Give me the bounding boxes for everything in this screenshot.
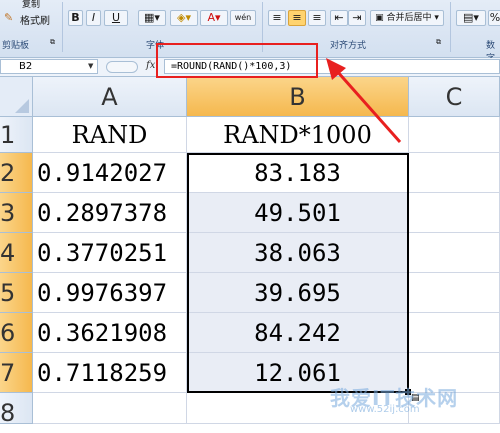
fill-color-icon[interactable]: ◈▾ [170, 10, 198, 26]
cell-b6[interactable]: 84.242 [187, 313, 409, 353]
insert-function-icon[interactable]: fx [146, 60, 155, 71]
alignment-group-label: 对齐方式 [330, 41, 367, 51]
font-color-label: A [207, 11, 215, 24]
underline-button[interactable]: U [104, 10, 128, 26]
row-header-4[interactable]: 4 [0, 233, 33, 273]
cell-a5[interactable]: 0.9976397 [33, 273, 187, 313]
cell-c6[interactable] [409, 313, 500, 353]
cell-a6[interactable]: 0.3621908 [33, 313, 187, 353]
column-header-a[interactable]: A [33, 77, 187, 117]
cell-a2[interactable]: 0.9142027 [33, 153, 187, 193]
cell-b1[interactable]: RAND*1000 [187, 117, 409, 153]
column-header-c[interactable]: C [409, 77, 500, 117]
cell-a7[interactable]: 0.7118259 [33, 353, 187, 393]
cell-a4[interactable]: 0.3770251 [33, 233, 187, 273]
format-painter-icon[interactable]: ✎ [4, 11, 13, 24]
cell-a1[interactable]: RAND [33, 117, 187, 153]
font-color-button[interactable]: A▾ [200, 10, 228, 26]
select-all-button[interactable] [0, 77, 33, 117]
cell-a8[interactable] [33, 393, 187, 424]
row-header-5[interactable]: 5 [0, 273, 33, 313]
row-header-1[interactable]: 1 [0, 117, 33, 153]
align-left-icon[interactable]: ≡ [268, 10, 286, 26]
merge-center-label: 合并后居中 [386, 13, 432, 23]
row-header-7[interactable]: 7 [0, 353, 33, 393]
copy-button[interactable]: 复制 [22, 0, 40, 10]
cell-c3[interactable] [409, 193, 500, 233]
row-header-3[interactable]: 3 [0, 193, 33, 233]
percent-button[interactable]: % [488, 10, 500, 26]
clipboard-group-label: 剪贴板 [2, 41, 30, 51]
row-header-8[interactable]: 8 [0, 393, 33, 427]
phonetic-button[interactable]: wén [230, 10, 256, 26]
column-header-b[interactable]: B [187, 77, 409, 117]
align-center-icon[interactable]: ≡ [288, 10, 306, 26]
formula-bar-splitter[interactable] [106, 61, 138, 73]
cell-b4[interactable]: 38.063 [187, 233, 409, 273]
merge-center-button[interactable]: ▣ 合并后居中 ▾ [370, 10, 444, 26]
row-header-2[interactable]: 2 [0, 153, 33, 193]
watermark-url: www.52ij.com [350, 404, 420, 415]
cell-a3[interactable]: 0.2897378 [33, 193, 187, 233]
ribbon-separator [450, 2, 451, 52]
italic-button[interactable]: I [86, 10, 101, 26]
cell-c2[interactable] [409, 153, 500, 193]
borders-icon[interactable]: ▦▾ [138, 10, 166, 26]
bold-button[interactable]: B [68, 10, 83, 26]
currency-format-icon[interactable]: ▤▾ [456, 10, 486, 26]
decrease-indent-icon[interactable]: ⇤ [330, 10, 348, 26]
cell-c1[interactable] [409, 117, 500, 153]
cell-c4[interactable] [409, 233, 500, 273]
increase-indent-icon[interactable]: ⇥ [348, 10, 366, 26]
alignment-launcher-icon[interactable]: ⧉ [436, 38, 441, 47]
name-box-dropdown-icon[interactable]: ▼ [88, 62, 93, 70]
clipboard-launcher-icon[interactable]: ⧉ [50, 38, 55, 47]
cell-b5[interactable]: 39.695 [187, 273, 409, 313]
name-box[interactable]: B2 [0, 59, 98, 74]
cell-c5[interactable] [409, 273, 500, 313]
format-painter-button[interactable]: 格式刷 [20, 12, 50, 27]
cell-b3[interactable]: 49.501 [187, 193, 409, 233]
worksheet-grid: A B C 1 2 3 4 5 6 7 8 RAND RAND*1000 0.9… [0, 77, 500, 427]
formula-highlight-box [156, 43, 318, 78]
row-header-6[interactable]: 6 [0, 313, 33, 353]
cell-b2[interactable]: 83.183 [187, 153, 409, 193]
ribbon-separator [62, 2, 63, 52]
align-right-icon[interactable]: ≡ [308, 10, 326, 26]
